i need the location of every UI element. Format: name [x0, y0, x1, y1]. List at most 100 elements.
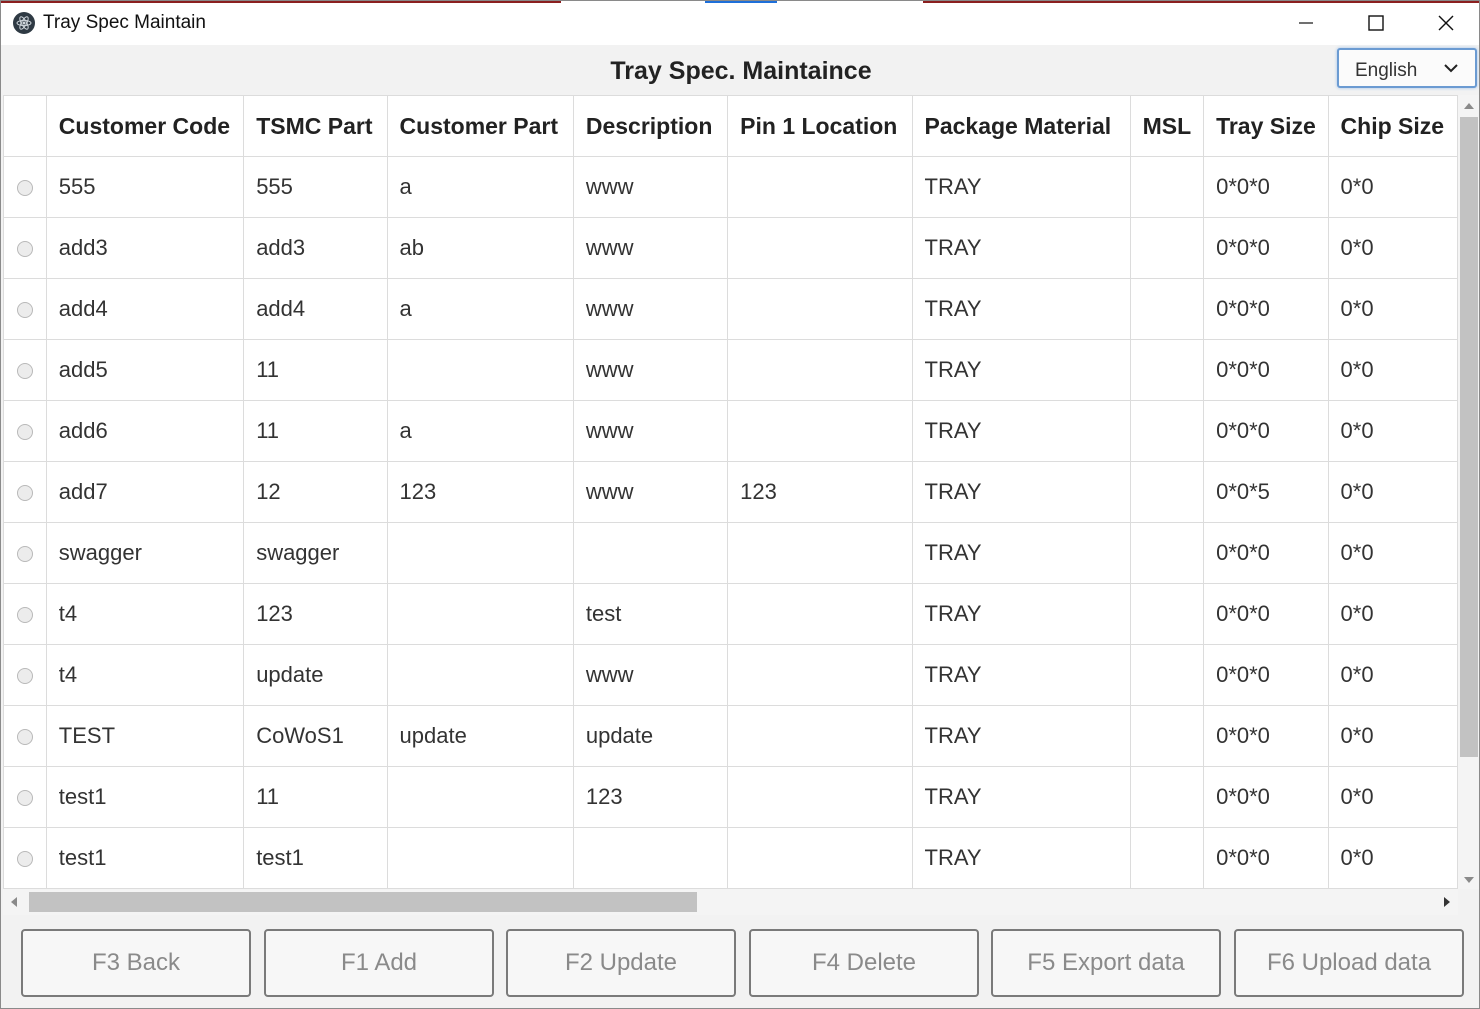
description-cell: [572, 522, 729, 584]
row-select-radio[interactable]: [16, 241, 33, 258]
chip-size-cell: 0*0: [1327, 339, 1458, 401]
table-row[interactable]: 555 555 a www TRAY 0*0*0 0*0: [3, 156, 1458, 218]
tray-size-cell: 0*0*0: [1203, 400, 1329, 462]
table-row[interactable]: t4 123 test TRAY 0*0*0 0*0: [3, 583, 1458, 645]
msl-cell: [1129, 827, 1205, 889]
customer-part-cell: [386, 766, 574, 828]
msl-cell: [1129, 644, 1205, 706]
customer-part-cell: [386, 583, 574, 645]
row-select-radio[interactable]: [16, 790, 33, 807]
upload-data-button[interactable]: F6 Upload data: [1234, 929, 1464, 997]
customer-code-cell: test1: [45, 766, 245, 828]
table-row[interactable]: add7 12 123 www 123 TRAY 0*0*5 0*0: [3, 461, 1458, 523]
msl-cell: [1129, 339, 1205, 401]
description-cell: [572, 827, 729, 889]
row-select-radio[interactable]: [16, 607, 33, 624]
row-select-radio[interactable]: [16, 851, 33, 868]
msl-cell: [1129, 461, 1205, 523]
tsmc-part-cell: 12: [243, 461, 388, 523]
package-material-cell: TRAY: [911, 461, 1131, 523]
scroll-left-arrow-icon[interactable]: [9, 896, 19, 908]
row-select-cell: [3, 583, 47, 645]
row-select-radio[interactable]: [16, 668, 33, 685]
column-header-customer-code[interactable]: Customer Code: [45, 95, 245, 157]
package-material-cell: TRAY: [911, 278, 1131, 340]
row-select-radio[interactable]: [16, 302, 33, 319]
column-header-description[interactable]: Description: [572, 95, 729, 157]
column-header-pin1-location[interactable]: Pin 1 Location: [727, 95, 913, 157]
scroll-down-arrow-icon[interactable]: [1463, 875, 1475, 885]
table-row[interactable]: add3 add3 ab www TRAY 0*0*0 0*0: [3, 217, 1458, 279]
tray-spec-table-container: Customer Code TSMC Part Customer Part De…: [3, 95, 1458, 889]
horizontal-scrollbar-thumb[interactable]: [29, 892, 697, 912]
tray-size-cell: 0*0*0: [1203, 522, 1329, 584]
horizontal-scrollbar[interactable]: [3, 889, 1458, 915]
customer-code-cell: add4: [45, 278, 245, 340]
table-row[interactable]: TEST CoWoS1 update update TRAY 0*0*0 0*0: [3, 705, 1458, 767]
vertical-scrollbar-thumb[interactable]: [1460, 117, 1478, 757]
tray-size-cell: 0*0*0: [1203, 644, 1329, 706]
column-header-tsmc-part[interactable]: TSMC Part: [243, 95, 388, 157]
table-row[interactable]: add6 11 a www TRAY 0*0*0 0*0: [3, 400, 1458, 462]
table-row[interactable]: swagger swagger TRAY 0*0*0 0*0: [3, 522, 1458, 584]
export-data-button[interactable]: F5 Export data: [991, 929, 1221, 997]
table-row[interactable]: test1 11 123 TRAY 0*0*0 0*0: [3, 766, 1458, 828]
tsmc-part-cell: 11: [243, 339, 388, 401]
pin1-location-cell: [727, 583, 913, 645]
add-button[interactable]: F1 Add: [264, 929, 494, 997]
tsmc-part-cell: 123: [243, 583, 388, 645]
table-row[interactable]: t4 update www TRAY 0*0*0 0*0: [3, 644, 1458, 706]
row-select-radio[interactable]: [16, 363, 33, 380]
tsmc-part-cell: add4: [243, 278, 388, 340]
table-row[interactable]: add4 add4 a www TRAY 0*0*0 0*0: [3, 278, 1458, 340]
window-title: Tray Spec Maintain: [43, 12, 206, 33]
column-header-msl[interactable]: MSL: [1129, 95, 1205, 157]
msl-cell: [1129, 766, 1205, 828]
minimize-button[interactable]: [1271, 1, 1341, 45]
row-select-radio[interactable]: [16, 546, 33, 563]
description-cell: 123: [572, 766, 729, 828]
title-bar[interactable]: Tray Spec Maintain: [1, 1, 1479, 45]
description-cell: update: [572, 705, 729, 767]
msl-cell: [1129, 156, 1205, 218]
scroll-up-arrow-icon[interactable]: [1463, 101, 1475, 111]
pin1-location-cell: [727, 705, 913, 767]
description-cell: www: [572, 461, 729, 523]
tray-size-cell: 0*0*0: [1203, 705, 1329, 767]
pin1-location-cell: [727, 339, 913, 401]
customer-part-cell: [386, 339, 574, 401]
delete-button[interactable]: F4 Delete: [749, 929, 979, 997]
pin1-location-cell: [727, 522, 913, 584]
customer-code-cell: add5: [45, 339, 245, 401]
row-select-radio[interactable]: [16, 485, 33, 502]
row-select-radio[interactable]: [16, 424, 33, 441]
update-button[interactable]: F2 Update: [506, 929, 736, 997]
chip-size-cell: 0*0: [1327, 827, 1458, 889]
column-header-customer-part[interactable]: Customer Part: [386, 95, 574, 157]
back-button[interactable]: F3 Back: [21, 929, 251, 997]
scroll-right-arrow-icon[interactable]: [1442, 896, 1452, 908]
tray-size-cell: 0*0*0: [1203, 156, 1329, 218]
column-header-package-material[interactable]: Package Material: [911, 95, 1131, 157]
atom-app-icon: [13, 12, 35, 34]
table-row[interactable]: add5 11 www TRAY 0*0*0 0*0: [3, 339, 1458, 401]
pin1-location-cell: 123: [727, 461, 913, 523]
package-material-cell: TRAY: [911, 827, 1131, 889]
title-accent-strip: [1, 1, 1479, 3]
table-row[interactable]: test1 test1 TRAY 0*0*0 0*0: [3, 827, 1458, 889]
close-icon: [1438, 15, 1454, 31]
vertical-scrollbar[interactable]: [1458, 95, 1479, 889]
customer-code-cell: t4: [45, 644, 245, 706]
package-material-cell: TRAY: [911, 156, 1131, 218]
close-button[interactable]: [1411, 1, 1479, 45]
column-header-tray-size[interactable]: Tray Size: [1203, 95, 1329, 157]
tsmc-part-cell: swagger: [243, 522, 388, 584]
language-select[interactable]: English: [1337, 48, 1477, 88]
customer-code-cell: add7: [45, 461, 245, 523]
maximize-button[interactable]: [1341, 1, 1411, 45]
row-select-radio[interactable]: [16, 180, 33, 197]
column-header-chip-size[interactable]: Chip Size: [1327, 95, 1458, 157]
chip-size-cell: 0*0: [1327, 217, 1458, 279]
table-body: 555 555 a www TRAY 0*0*0 0*0 add3 add3 ab www TRAY 0…: [3, 156, 1458, 889]
row-select-radio[interactable]: [16, 729, 33, 746]
